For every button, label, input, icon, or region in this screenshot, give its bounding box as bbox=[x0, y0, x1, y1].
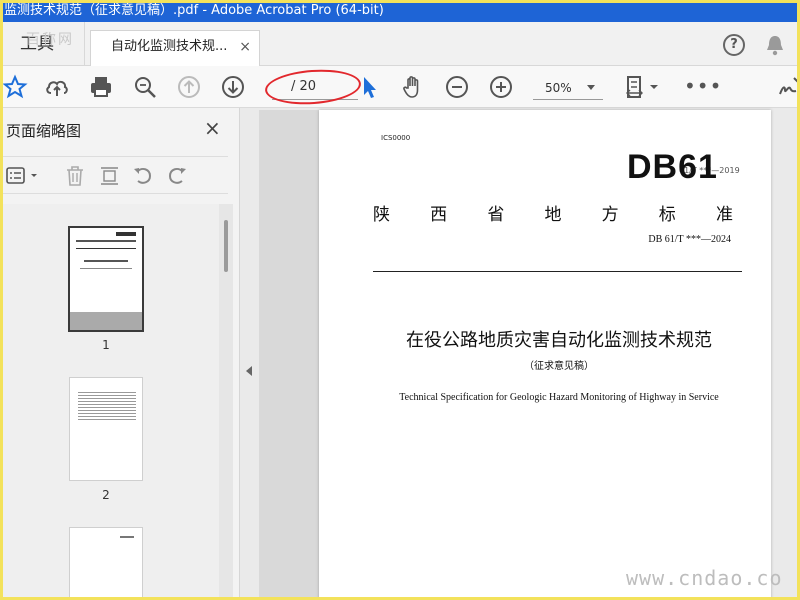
cloud-upload-icon[interactable] bbox=[44, 74, 70, 100]
province-char: 方 bbox=[601, 205, 619, 225]
standard-number: DB 61/T ***—2024 bbox=[648, 234, 731, 245]
bell-icon[interactable] bbox=[765, 34, 785, 56]
print-icon[interactable] bbox=[88, 74, 114, 100]
db-logo: DB61 bbox=[627, 148, 718, 186]
main-toolbar: / 20 50% ••• bbox=[0, 66, 800, 108]
pdf-page: ICS0000 61/T ***—2019 DB61 陕 西 省 地 方 标 准… bbox=[319, 110, 771, 600]
province-char: 省 bbox=[487, 205, 505, 225]
province-standard-heading: 陕 西 省 地 方 标 准 bbox=[373, 200, 733, 225]
page-thumbnail-1[interactable] bbox=[70, 228, 142, 330]
tab-bar: 百称网 工具 自动化监测技术规... × ? bbox=[0, 22, 800, 66]
hand-tool-icon[interactable] bbox=[400, 74, 426, 100]
province-char: 标 bbox=[658, 205, 676, 225]
province-char: 西 bbox=[430, 205, 448, 225]
tools-watermark: 百称网 bbox=[26, 32, 74, 48]
insert-page-icon[interactable] bbox=[98, 165, 122, 187]
thumbnail-toolbar bbox=[0, 156, 228, 194]
document-english-title: Technical Specification for Geologic Haz… bbox=[399, 392, 719, 403]
document-title: 在役公路地质灾害自动化监测技术规范 bbox=[406, 330, 712, 351]
thumbnail-toc-lines bbox=[78, 392, 136, 420]
zoom-in-icon[interactable] bbox=[488, 74, 514, 100]
thumbnail-footer-band bbox=[70, 312, 142, 330]
collapse-panel-icon[interactable] bbox=[246, 366, 252, 376]
thumbnail-title-line bbox=[84, 260, 128, 262]
tab-tools[interactable]: 百称网 工具 bbox=[0, 22, 85, 66]
rotate-left-icon[interactable] bbox=[132, 165, 154, 187]
thumbnail-subtitle-line bbox=[80, 268, 132, 269]
previous-page-icon[interactable] bbox=[176, 74, 202, 100]
page-thumbnail-2[interactable] bbox=[70, 378, 142, 480]
delete-page-icon[interactable] bbox=[64, 165, 86, 187]
zoom-search-icon[interactable] bbox=[132, 74, 158, 100]
ics-code: ICS0000 bbox=[381, 134, 411, 142]
tab-document-label: 自动化监测技术规... bbox=[111, 39, 228, 54]
more-options-icon[interactable]: ••• bbox=[684, 76, 722, 96]
panel-title: 页面缩略图 bbox=[6, 122, 82, 140]
zoom-value: 50% bbox=[545, 81, 572, 95]
thumbnail-header-mark bbox=[120, 536, 134, 538]
province-char: 准 bbox=[715, 205, 733, 225]
document-gutter bbox=[259, 110, 319, 600]
sign-tool-icon[interactable] bbox=[776, 74, 800, 100]
close-panel-icon[interactable]: × bbox=[204, 116, 221, 140]
window-title: 监测技术规范（征求意见稿）.pdf - Adobe Acrobat Pro (6… bbox=[0, 0, 800, 22]
tab-document[interactable]: 自动化监测技术规... × bbox=[90, 30, 260, 66]
close-tab-icon[interactable]: × bbox=[239, 31, 251, 63]
star-icon[interactable] bbox=[2, 74, 28, 100]
document-scrollbar[interactable] bbox=[786, 108, 800, 600]
site-watermark: www.cndao.co bbox=[626, 566, 783, 590]
heading-rule bbox=[373, 271, 742, 272]
help-icon[interactable]: ? bbox=[723, 34, 745, 56]
thumbnail-scrollbar[interactable] bbox=[219, 204, 233, 600]
options-menu-icon[interactable] bbox=[6, 165, 40, 187]
thumbnail-db-mark bbox=[116, 232, 136, 236]
province-char: 陕 bbox=[373, 205, 390, 225]
province-char: 地 bbox=[544, 205, 562, 225]
thumbnail-scroll-thumb[interactable] bbox=[224, 220, 228, 272]
document-subtitle: （征求意见稿） bbox=[524, 361, 594, 372]
zoom-select[interactable]: 50% bbox=[533, 76, 603, 100]
thumbnail-list: 1 2 bbox=[0, 204, 228, 600]
thumbnail-header-line bbox=[76, 240, 136, 242]
rotate-right-icon[interactable] bbox=[166, 165, 188, 187]
page-thumbnail-2-number: 2 bbox=[102, 488, 110, 502]
thumbnail-rule bbox=[76, 248, 136, 249]
zoom-out-icon[interactable] bbox=[444, 74, 470, 100]
page-thumbnail-1-number: 1 bbox=[102, 338, 110, 352]
chevron-down-icon bbox=[587, 85, 595, 90]
page-thumbnail-3[interactable] bbox=[70, 528, 142, 600]
next-page-icon[interactable] bbox=[220, 74, 246, 100]
fit-page-icon[interactable] bbox=[624, 74, 660, 100]
